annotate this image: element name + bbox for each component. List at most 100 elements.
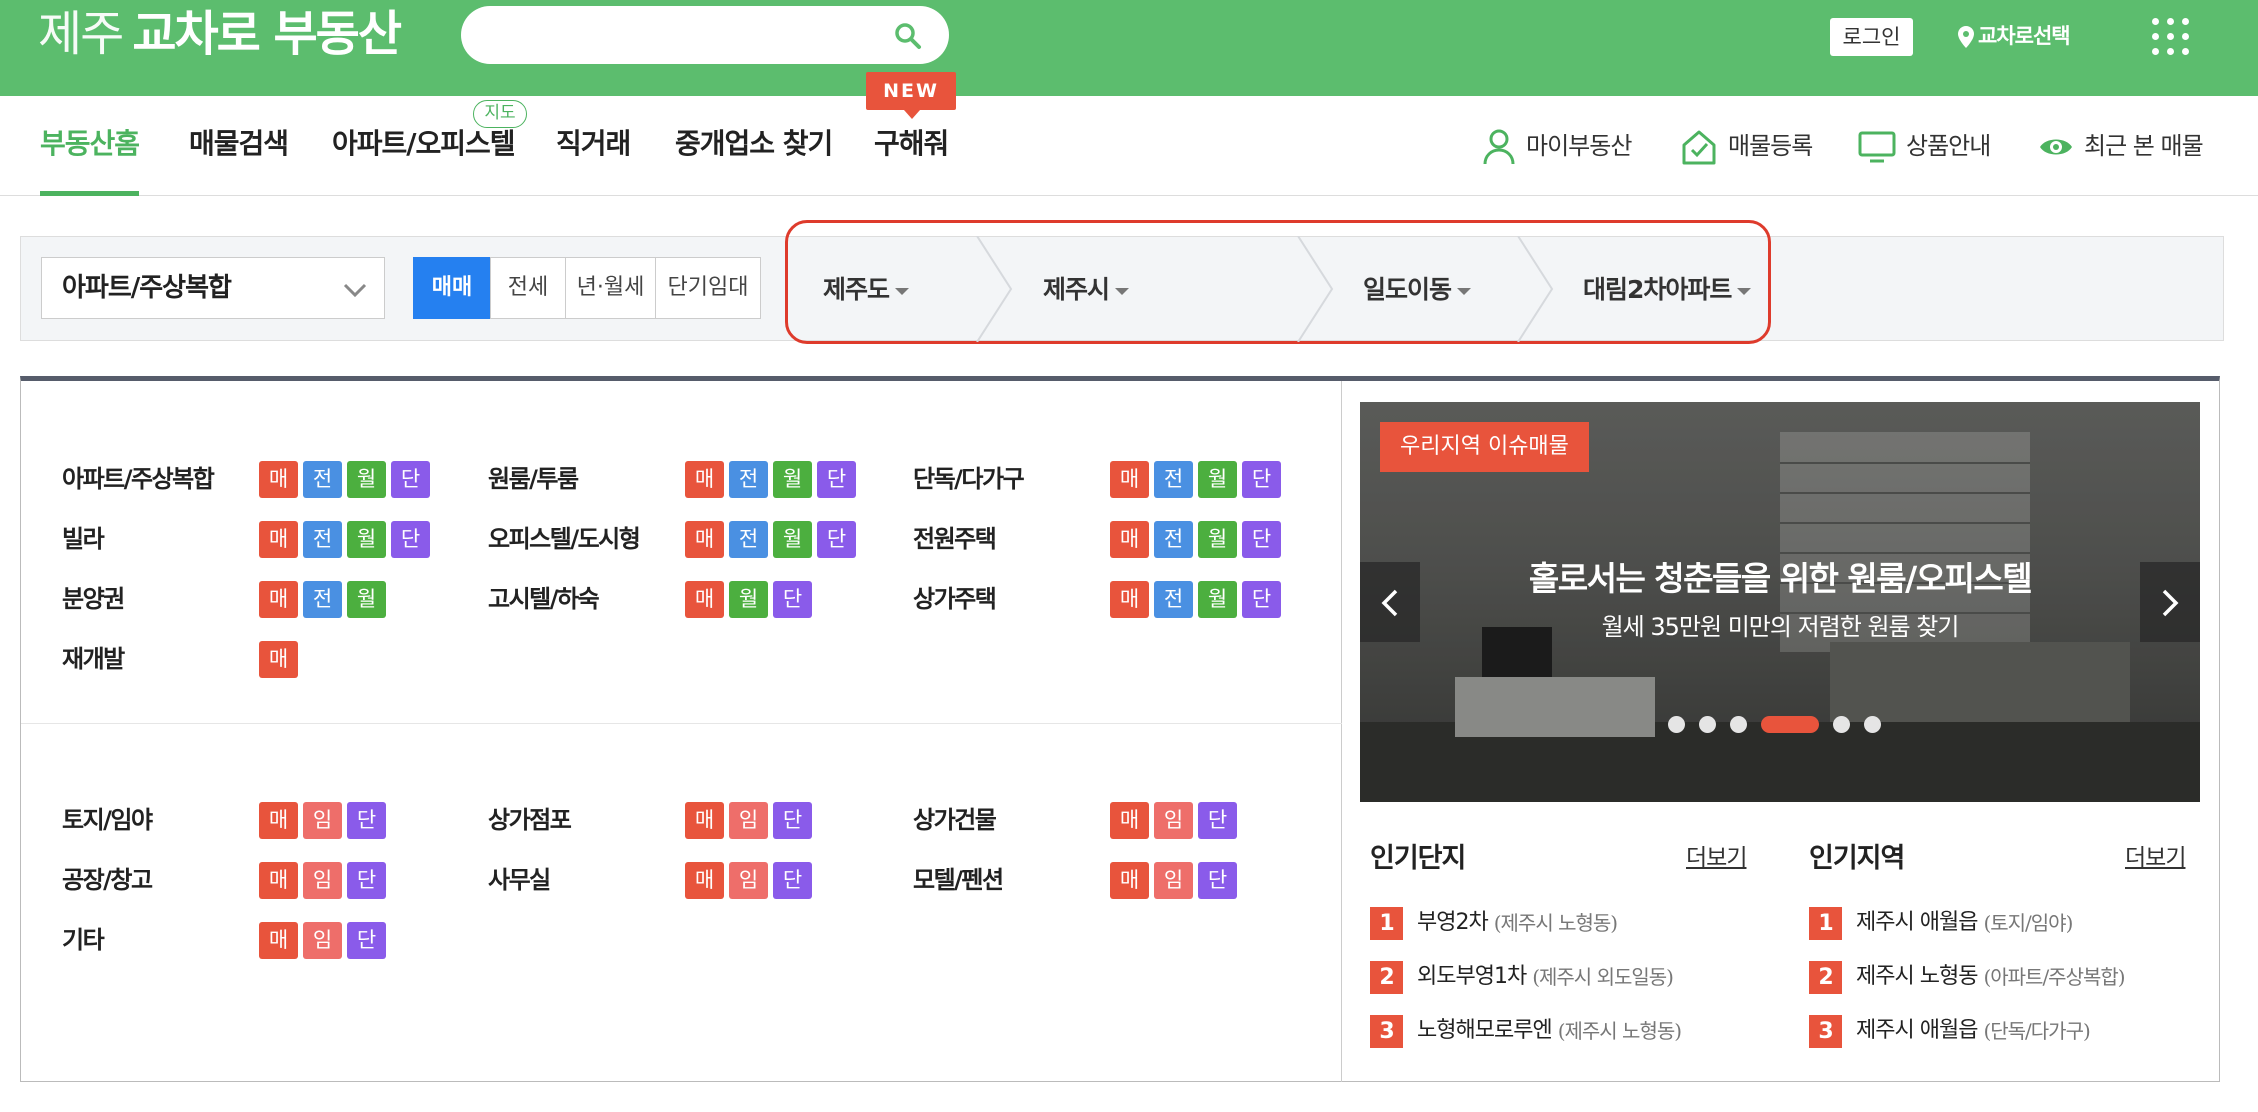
register-listing-link[interactable]: 매물등록 [1680, 116, 1813, 176]
ranking-row[interactable]: 1 부영2차 (제주시 노형동) [1370, 906, 1618, 940]
deal-chip-wol[interactable]: 월 [1198, 461, 1237, 498]
category-label[interactable]: 오피스텔/도시형 [488, 520, 641, 558]
location-complex-select[interactable]: 대림2차아파트 [1583, 238, 1752, 342]
deal-chip-dan[interactable]: 단 [773, 581, 812, 618]
deal-chip-dan[interactable]: 단 [1198, 802, 1237, 839]
ranking-row[interactable]: 1 제주시 애월읍 (토지/임야) [1809, 906, 2073, 940]
deal-chip-mae[interactable]: 매 [259, 581, 298, 618]
location-city-select[interactable]: 제주시 [1043, 238, 1130, 342]
deal-chip-mae[interactable]: 매 [259, 461, 298, 498]
deal-chip-dan[interactable]: 단 [1198, 862, 1237, 899]
deal-chip-wol[interactable]: 월 [347, 521, 386, 558]
deal-chip-jeon[interactable]: 전 [1154, 461, 1193, 498]
region-select-button[interactable]: 교차로선택 [1958, 17, 2071, 55]
deal-chip-jeon[interactable]: 전 [303, 521, 342, 558]
deal-chip-mae[interactable]: 매 [1110, 802, 1149, 839]
deal-chip-dan[interactable]: 단 [1242, 521, 1281, 558]
deal-chip-mae[interactable]: 매 [259, 521, 298, 558]
nav-home[interactable]: 부동산홈 [40, 96, 140, 196]
category-label[interactable]: 기타 [62, 921, 105, 959]
banner-page-dot[interactable] [1864, 715, 1881, 733]
nav-direct-deal[interactable]: 직거래 [556, 96, 631, 196]
site-logo[interactable]: 제주 교차로 부동산 [38, 4, 402, 64]
my-realestate-link[interactable]: 마이부동산 [1482, 116, 1632, 176]
category-label[interactable]: 토지/임야 [62, 801, 153, 839]
category-label[interactable]: 상가건물 [913, 801, 997, 839]
login-button[interactable]: 로그인 [1830, 18, 1913, 56]
category-label[interactable]: 상가주택 [913, 580, 997, 618]
banner-prev-button[interactable] [1360, 562, 1420, 642]
category-label[interactable]: 분양권 [62, 580, 125, 618]
deal-chip-wol[interactable]: 월 [347, 581, 386, 618]
popular-complex-more-link[interactable]: 더보기 [1686, 838, 1747, 872]
deal-chip-dan[interactable]: 단 [817, 461, 856, 498]
deal-chip-mae[interactable]: 매 [685, 802, 724, 839]
deal-chip-mae[interactable]: 매 [1110, 581, 1149, 618]
deal-chip-wol[interactable]: 월 [1198, 521, 1237, 558]
ranking-row[interactable]: 2 제주시 노형동 (아파트/주상복합) [1809, 960, 2126, 994]
deal-chip-dan[interactable]: 단 [347, 922, 386, 959]
deal-chip-im[interactable]: 임 [303, 862, 342, 899]
deal-chip-dan[interactable]: 단 [817, 521, 856, 558]
banner-page-dot[interactable] [1668, 715, 1685, 733]
category-label[interactable]: 빌라 [62, 520, 105, 558]
category-label[interactable]: 전원주택 [913, 520, 997, 558]
app-grid-icon[interactable] [2152, 18, 2190, 56]
deal-chip-mae[interactable]: 매 [259, 641, 298, 678]
deal-chip-jeon[interactable]: 전 [1154, 521, 1193, 558]
category-label[interactable]: 공장/창고 [62, 861, 153, 899]
banner-page-dot[interactable] [1730, 715, 1747, 733]
deal-chip-jeon[interactable]: 전 [303, 461, 342, 498]
nav-listing-search[interactable]: 매물검색 [189, 96, 289, 196]
deal-chip-jeon[interactable]: 전 [1154, 581, 1193, 618]
property-type-select[interactable]: 아파트/주상복합 [41, 257, 385, 319]
deal-chip-im[interactable]: 임 [729, 802, 768, 839]
banner-page-dot[interactable] [1833, 715, 1850, 733]
category-label[interactable]: 단독/다가구 [913, 460, 1025, 498]
deal-chip-wol[interactable]: 월 [347, 461, 386, 498]
deal-tab-monthly[interactable]: 년·월세 [565, 257, 656, 319]
category-label[interactable]: 고시텔/하숙 [488, 580, 600, 618]
category-label[interactable]: 아파트/주상복합 [62, 460, 215, 498]
deal-tab-jeonse[interactable]: 전세 [490, 257, 566, 319]
deal-chip-mae[interactable]: 매 [1110, 521, 1149, 558]
category-label[interactable]: 모텔/펜션 [913, 861, 1004, 899]
location-dong-select[interactable]: 일도이동 [1363, 238, 1472, 342]
deal-chip-dan[interactable]: 단 [347, 802, 386, 839]
search-icon[interactable] [893, 21, 923, 51]
category-label[interactable]: 원룸/투룸 [488, 460, 579, 498]
deal-chip-mae[interactable]: 매 [685, 521, 724, 558]
deal-chip-wol[interactable]: 월 [1198, 581, 1237, 618]
deal-chip-jeon[interactable]: 전 [729, 521, 768, 558]
deal-chip-mae[interactable]: 매 [1110, 862, 1149, 899]
deal-chip-mae[interactable]: 매 [259, 802, 298, 839]
deal-chip-im[interactable]: 임 [729, 862, 768, 899]
deal-chip-mae[interactable]: 매 [685, 581, 724, 618]
deal-chip-im[interactable]: 임 [1154, 862, 1193, 899]
search-input[interactable] [485, 16, 885, 54]
nav-find-agency[interactable]: 중개업소 찾기 [675, 96, 833, 196]
deal-chip-dan[interactable]: 단 [773, 802, 812, 839]
category-label[interactable]: 사무실 [488, 861, 551, 899]
deal-chip-dan[interactable]: 단 [391, 461, 430, 498]
category-label[interactable]: 상가점포 [488, 801, 572, 839]
deal-chip-dan[interactable]: 단 [391, 521, 430, 558]
deal-chip-im[interactable]: 임 [303, 802, 342, 839]
deal-chip-mae[interactable]: 매 [685, 862, 724, 899]
deal-chip-dan[interactable]: 단 [1242, 461, 1281, 498]
banner-next-button[interactable] [2140, 562, 2200, 642]
deal-chip-jeon[interactable]: 전 [729, 461, 768, 498]
deal-chip-im[interactable]: 임 [303, 922, 342, 959]
deal-chip-im[interactable]: 임 [1154, 802, 1193, 839]
deal-chip-dan[interactable]: 단 [1242, 581, 1281, 618]
deal-chip-mae[interactable]: 매 [259, 922, 298, 959]
deal-chip-jeon[interactable]: 전 [303, 581, 342, 618]
ranking-row[interactable]: 3 노형해모로루엔 (제주시 노형동) [1370, 1014, 1682, 1048]
deal-chip-wol[interactable]: 월 [729, 581, 768, 618]
banner-page-dot[interactable] [1699, 715, 1716, 733]
popular-region-more-link[interactable]: 더보기 [2125, 838, 2186, 872]
promo-banner[interactable]: 우리지역 이슈매물 홀로서는 청춘들을 위한 원룸/오피스텔 월세 35만원 미… [1360, 402, 2200, 802]
ranking-row[interactable]: 2 외도부영1차 (제주시 외도일동) [1370, 960, 1674, 994]
location-province-select[interactable]: 제주도 [823, 238, 910, 342]
recent-listings-link[interactable]: 최근 본 매물 [2038, 116, 2204, 176]
